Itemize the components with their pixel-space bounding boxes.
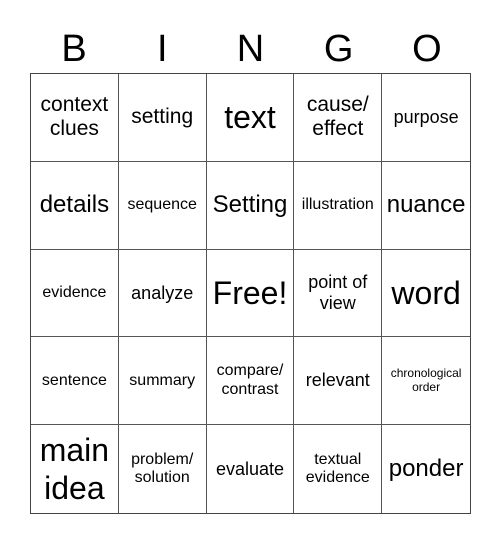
cell-label: evaluate [215, 458, 285, 479]
cell-label: cause/ effect [306, 93, 369, 141]
cell-label: sequence [127, 196, 197, 213]
cell-label: nuance [386, 191, 466, 219]
cell-label: ponder [388, 455, 464, 483]
bingo-header: B I N G O [30, 24, 471, 74]
cell-label: text [224, 99, 276, 136]
bingo-cell[interactable]: evaluate [207, 425, 295, 513]
cell-label: context clues [40, 93, 109, 141]
cell-label: point of view [308, 272, 368, 313]
bingo-cell[interactable]: evidence [31, 249, 119, 338]
cell-label: purpose [393, 107, 459, 128]
bingo-cell[interactable]: ponder [382, 425, 470, 513]
header-letter-o: O [412, 28, 442, 70]
header-letter-g: G [323, 28, 354, 70]
cell-label: Free! [212, 274, 288, 311]
bingo-cell[interactable]: cause/ effect [294, 74, 383, 162]
cell-label: evidence [42, 283, 107, 301]
bingo-cell[interactable]: setting [118, 74, 207, 162]
cell-label: chronological order [390, 365, 462, 394]
bingo-cell[interactable]: compare/ contrast [206, 337, 295, 426]
bingo-cell[interactable]: problem/ solution [119, 425, 207, 513]
cell-label: compare/ contrast [216, 362, 284, 398]
cell-label: sentence [41, 371, 107, 389]
cell-label: details [39, 191, 110, 219]
bingo-cell[interactable]: analyze [118, 249, 207, 338]
bingo-cell[interactable]: relevant [294, 337, 383, 426]
cell-label: analyze [131, 282, 194, 303]
bingo-cell[interactable]: nuance [382, 162, 470, 250]
cell-label: textual evidence [305, 450, 370, 487]
cell-label: illustration [301, 196, 374, 213]
bingo-cell[interactable]: sequence [118, 161, 207, 250]
cell-label: problem/ solution [131, 450, 194, 487]
bingo-cell[interactable]: point of view [294, 249, 383, 338]
header-letter-b: B [61, 28, 87, 70]
cell-label: main idea [39, 431, 110, 507]
cell-label: Setting [212, 191, 288, 219]
free-space-cell[interactable]: Free! [206, 249, 295, 338]
cell-label: word [391, 274, 461, 311]
bingo-cell[interactable]: word [382, 250, 470, 338]
cell-label: summary [129, 371, 196, 389]
bingo-cell[interactable]: summary [118, 337, 207, 426]
bingo-cell[interactable]: context clues [31, 74, 119, 162]
bingo-grid: context clues setting text cause/ effect pur… [30, 73, 471, 514]
bingo-cell[interactable]: sentence [31, 337, 119, 426]
cell-label: setting [131, 105, 194, 129]
header-letter-i: I [157, 28, 168, 70]
bingo-cell[interactable]: textual evidence [294, 425, 383, 513]
bingo-cell[interactable]: purpose [382, 74, 470, 162]
bingo-cell[interactable]: text [206, 74, 295, 162]
bingo-cell[interactable]: main idea [31, 425, 119, 513]
bingo-cell[interactable]: details [31, 161, 119, 250]
header-letter-n: N [236, 28, 265, 70]
bingo-cell[interactable]: chronological order [382, 337, 470, 426]
bingo-cell[interactable]: illustration [294, 161, 383, 250]
cell-label: relevant [305, 370, 370, 391]
bingo-cell[interactable]: Setting [206, 161, 295, 250]
